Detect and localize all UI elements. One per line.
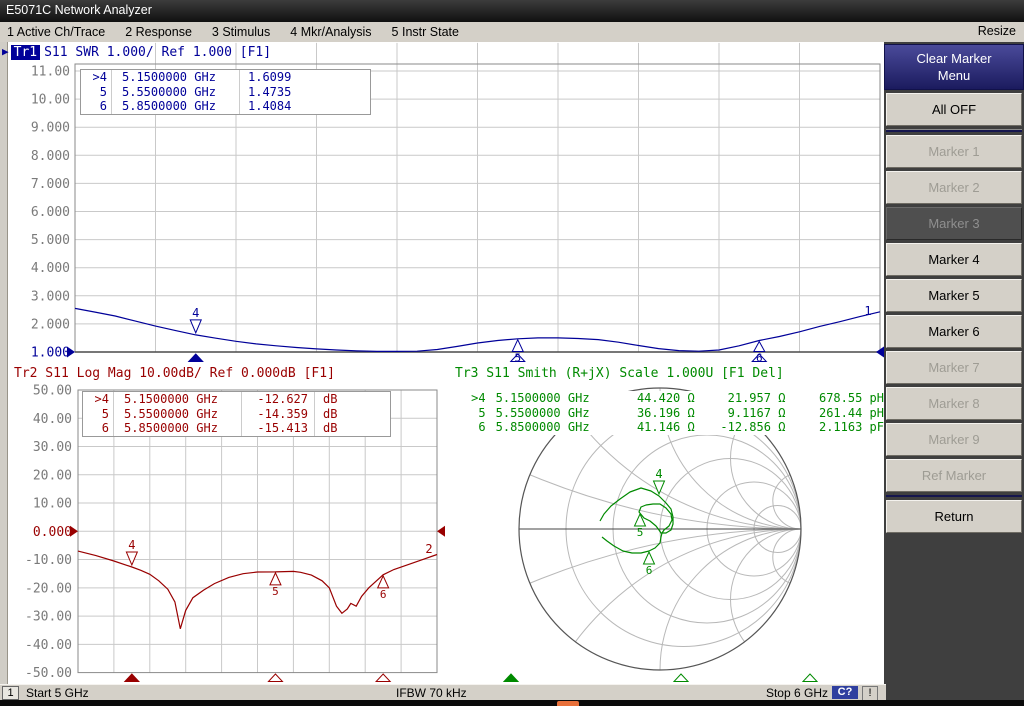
- softkey-title-line1: Clear Marker: [885, 50, 1023, 67]
- marker-cell: 5: [460, 406, 486, 421]
- stop-frequency: Stop 6 GHz: [766, 686, 828, 700]
- bottom-edge: [0, 700, 1024, 706]
- marker-cell: 6: [460, 420, 486, 435]
- marker-cell: 44.420 Ω: [610, 391, 695, 406]
- tr1-badge[interactable]: Tr1: [11, 45, 40, 60]
- softkey-separator: [886, 495, 1022, 497]
- marker-cell: dB: [314, 421, 337, 436]
- marker-row: >4 5.1500000 GHz-12.627 dB: [83, 392, 390, 407]
- menu-item-active-ch-trace[interactable]: 1 Active Ch/Trace: [7, 25, 105, 39]
- tr1-title: S11 SWR 1.000/ Ref 1.000 [F1]: [44, 45, 271, 60]
- softkey-marker-4[interactable]: Marker 4: [886, 243, 1022, 276]
- marker-cell: -14.359: [241, 407, 308, 422]
- softkey-menu-title: Clear Marker Menu: [884, 44, 1024, 90]
- marker-cell: 5.8500000 GHz: [113, 421, 241, 436]
- taskbar-peek-icon: [557, 701, 579, 706]
- marker-row: >4 5.1500000 GHz1.6099: [81, 70, 370, 85]
- marker-cell: 5.1500000 GHz: [486, 391, 610, 406]
- marker-cell: >4: [460, 391, 486, 406]
- marker-cell: 1.6099: [239, 70, 291, 85]
- marker-row: 6 5.8500000 GHz1.4084: [81, 99, 370, 114]
- status-bar: 1 Start 5 GHz IFBW 70 kHz Stop 6 GHz C? …: [0, 684, 886, 701]
- tr1-title-row: ▶Tr1 S11 SWR 1.000/ Ref 1.000 [F1]: [2, 45, 271, 60]
- menu-item-stimulus[interactable]: 3 Stimulus: [212, 25, 270, 39]
- menu-item-mkr-analysis[interactable]: 4 Mkr/Analysis: [290, 25, 371, 39]
- marker-cell: dB: [314, 392, 337, 407]
- warning-indicator: !: [862, 686, 878, 701]
- marker-cell: >4: [81, 70, 107, 85]
- display-left-edge: [0, 42, 8, 684]
- marker-cell: 9.1167 Ω: [695, 406, 786, 421]
- softkey-buttons: All OFFMarker 1Marker 2Marker 3Marker 4M…: [886, 90, 1022, 533]
- marker-cell: 41.146 Ω: [610, 420, 695, 435]
- marker-cell: 5: [83, 407, 109, 422]
- tr2-marker-table: >4 5.1500000 GHz-12.627 dB 5 5.5500000 GHz-1…: [82, 391, 391, 437]
- tr2-title: Tr2 S11 Log Mag 10.00dB/ Ref 0.000dB [F1…: [14, 366, 335, 381]
- marker-cell: 6: [81, 99, 107, 114]
- marker-row: 65.8500000 GHz41.146 Ω-12.856 Ω2.1163 pF: [460, 420, 884, 435]
- softkey-ref-marker[interactable]: Ref Marker: [886, 459, 1022, 492]
- softkey-marker-9[interactable]: Marker 9: [886, 423, 1022, 456]
- title-bar: E5071C Network Analyzer: [0, 0, 1024, 22]
- marker-cell: 5.1500000 GHz: [113, 392, 241, 407]
- tr1-marker-table: >4 5.1500000 GHz1.6099 5 5.5500000 GHz1.473…: [80, 69, 371, 115]
- marker-cell: 36.196 Ω: [610, 406, 695, 421]
- marker-cell: 5.5500000 GHz: [111, 85, 239, 100]
- softkey-all-off[interactable]: All OFF: [886, 93, 1022, 126]
- channel-indicator: 1: [2, 686, 19, 700]
- ifbw-readout: IFBW 70 kHz: [396, 686, 467, 700]
- softkey-marker-3[interactable]: Marker 3: [886, 207, 1022, 240]
- marker-row: 55.5500000 GHz36.196 Ω9.1167 Ω261.44 pH: [460, 406, 884, 421]
- softkey-marker-6[interactable]: Marker 6: [886, 315, 1022, 348]
- marker-cell: 5.5500000 GHz: [113, 407, 241, 422]
- marker-cell: 5: [81, 85, 107, 100]
- marker-cell: 5.8500000 GHz: [111, 99, 239, 114]
- active-trace-arrow-icon: ▶: [2, 45, 9, 58]
- marker-cell: 261.44 pH: [785, 406, 884, 421]
- menu-item-instr-state[interactable]: 5 Instr State: [392, 25, 459, 39]
- menu-items: 1 Active Ch/Trace 2 Response 3 Stimulus 4 M…: [0, 25, 459, 39]
- marker-row: >45.1500000 GHz44.420 Ω21.957 Ω678.55 pH: [460, 391, 884, 406]
- softkey-marker-7[interactable]: Marker 7: [886, 351, 1022, 384]
- marker-cell: -12.856 Ω: [695, 420, 786, 435]
- marker-cell: 5.5500000 GHz: [486, 406, 610, 421]
- correction-badge: C?: [832, 686, 858, 699]
- marker-cell: 678.55 pH: [785, 391, 884, 406]
- marker-cell: -12.627: [241, 392, 308, 407]
- marker-cell: 1.4735: [239, 85, 291, 100]
- menu-item-response[interactable]: 2 Response: [125, 25, 192, 39]
- softkey-marker-1[interactable]: Marker 1: [886, 135, 1022, 168]
- resize-button[interactable]: Resize: [978, 24, 1016, 38]
- softkey-marker-5[interactable]: Marker 5: [886, 279, 1022, 312]
- window-title: E5071C Network Analyzer: [6, 3, 152, 17]
- softkey-menu: Clear Marker Menu All OFFMarker 1Marker …: [884, 42, 1024, 700]
- marker-cell: -15.413: [241, 421, 308, 436]
- marker-cell: dB: [314, 407, 337, 422]
- marker-row: 5 5.5500000 GHz-14.359 dB: [83, 407, 390, 422]
- start-frequency: Start 5 GHz: [26, 686, 89, 700]
- marker-cell: 5.1500000 GHz: [111, 70, 239, 85]
- menu-bar: 1 Active Ch/Trace 2 Response 3 Stimulus 4 M…: [0, 22, 1024, 43]
- app-window: E5071C Network Analyzer 1 Active Ch/Trac…: [0, 0, 1024, 706]
- softkey-return[interactable]: Return: [886, 500, 1022, 533]
- marker-cell: 21.957 Ω: [695, 391, 786, 406]
- marker-cell: 2.1163 pF: [785, 420, 884, 435]
- marker-cell: 1.4084: [239, 99, 291, 114]
- marker-cell: >4: [83, 392, 109, 407]
- softkey-marker-2[interactable]: Marker 2: [886, 171, 1022, 204]
- marker-row: 6 5.8500000 GHz-15.413 dB: [83, 421, 390, 436]
- marker-row: 5 5.5500000 GHz1.4735: [81, 85, 370, 100]
- marker-cell: 5.8500000 GHz: [486, 420, 610, 435]
- tr3-title: Tr3 S11 Smith (R+jX) Scale 1.000U [F1 De…: [455, 366, 784, 381]
- marker-cell: 6: [83, 421, 109, 436]
- softkey-title-line2: Menu: [885, 67, 1023, 84]
- softkey-marker-8[interactable]: Marker 8: [886, 387, 1022, 420]
- tr3-marker-table: >45.1500000 GHz44.420 Ω21.957 Ω678.55 pH…: [460, 391, 884, 435]
- display-area: [0, 42, 884, 684]
- softkey-separator: [886, 129, 1022, 132]
